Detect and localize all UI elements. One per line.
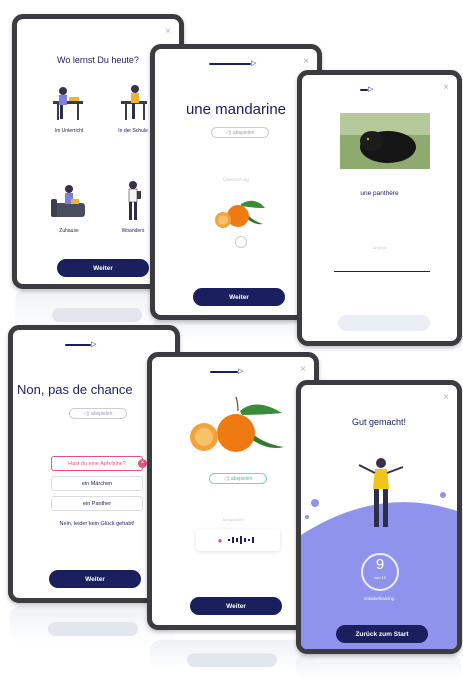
score-ring: 9 von 10 (361, 553, 399, 591)
vocab-word: une mandarine (185, 101, 287, 118)
mandarin-image (215, 200, 265, 228)
progress-arrow-icon: ▷ (368, 86, 374, 93)
option-label: Im Unterricht (54, 128, 84, 134)
listen-label: abspielen (91, 410, 113, 417)
option-elsewhere[interactable]: Woanders (113, 179, 153, 235)
answer-label: Antwort (372, 245, 387, 250)
microphone-icon: ● (217, 535, 223, 545)
progress-bar (360, 89, 368, 91)
waveform-icon (228, 536, 255, 544)
answer-option-wrong[interactable]: Hast du eine Apfelsine? (51, 456, 143, 471)
answer-option[interactable]: ein Märchen (51, 476, 143, 491)
card-reflection (296, 654, 461, 680)
continue-button[interactable]: Weiter (49, 570, 141, 588)
close-icon[interactable]: × (443, 83, 449, 93)
reveal-icon[interactable] (235, 236, 247, 248)
answer-option[interactable]: ein Panther (51, 496, 143, 511)
disabled-button (338, 315, 430, 331)
progress-arrow-icon: ▷ (251, 60, 257, 67)
screen-pronunciation: ▷ × ◁) abspielen Aussprache ● Weiter (147, 352, 319, 630)
mandarin-image (190, 396, 284, 452)
answer-input[interactable] (334, 265, 430, 272)
button-reflection (52, 308, 142, 322)
speaker-icon: ◁) (83, 410, 90, 417)
speaker-icon: ◁) (223, 475, 230, 482)
button-reflection (187, 653, 277, 667)
score-caption: Vokabeltraining (363, 596, 395, 601)
feedback-title: Non, pas de chance (17, 382, 133, 397)
continue-button[interactable]: Weiter (193, 288, 285, 306)
listen-button[interactable]: ◁) abspielen (209, 473, 267, 484)
option-home[interactable]: Zuhause (49, 179, 89, 235)
record-label: Aussprache (222, 517, 244, 522)
screen-result: × Gut gemacht! 9 von 10 Vokabeltraining … (296, 380, 462, 654)
student-walking-illustration (128, 181, 141, 220)
panther-photo (340, 113, 430, 169)
continue-button[interactable]: Weiter (57, 259, 149, 277)
progress-bar (210, 371, 238, 373)
continue-button[interactable]: Weiter (190, 597, 282, 615)
score-value: 9 (375, 556, 385, 573)
vocab-caption: une panthère (360, 190, 399, 197)
option-label: In der Schule (118, 128, 148, 134)
progress-arrow-icon: ▷ (91, 341, 97, 348)
wrong-icon: × (138, 459, 147, 468)
back-to-start-button[interactable]: Zurück zum Start (336, 625, 428, 643)
celebrating-person-illustration (358, 458, 404, 527)
progress-bar (65, 344, 91, 346)
option-classroom[interactable]: Im Unterricht (49, 79, 89, 135)
student-sofa-illustration (51, 185, 85, 217)
listen-button[interactable]: ◁) abspielen (211, 127, 269, 138)
record-button[interactable]: ● (196, 529, 280, 551)
option-label: Woanders (121, 228, 145, 234)
close-icon[interactable]: × (165, 27, 171, 37)
close-icon[interactable]: × (303, 57, 309, 67)
hint-label: Übersetzung (223, 177, 249, 182)
listen-button[interactable]: ◁) abspielen (69, 408, 127, 419)
score-sub: von 10 (373, 575, 386, 580)
speaker-icon: ◁) (225, 129, 232, 136)
progress-bar (209, 63, 251, 65)
button-reflection (48, 622, 138, 636)
student-school-illustration (121, 85, 147, 120)
option-school[interactable]: In der Schule (113, 79, 153, 135)
option-label: Zuhause (59, 228, 79, 234)
listen-label: abspielen (233, 129, 255, 136)
student-desk-illustration (53, 87, 83, 120)
screen-spelling: ▷ × une panthère Antwort (297, 70, 462, 346)
listen-label: abspielen (231, 475, 253, 482)
close-icon[interactable]: × (300, 365, 306, 375)
answer-option[interactable]: Nein, leider kein Glück gehabt! (43, 516, 151, 531)
progress-arrow-icon: ▷ (238, 368, 244, 375)
